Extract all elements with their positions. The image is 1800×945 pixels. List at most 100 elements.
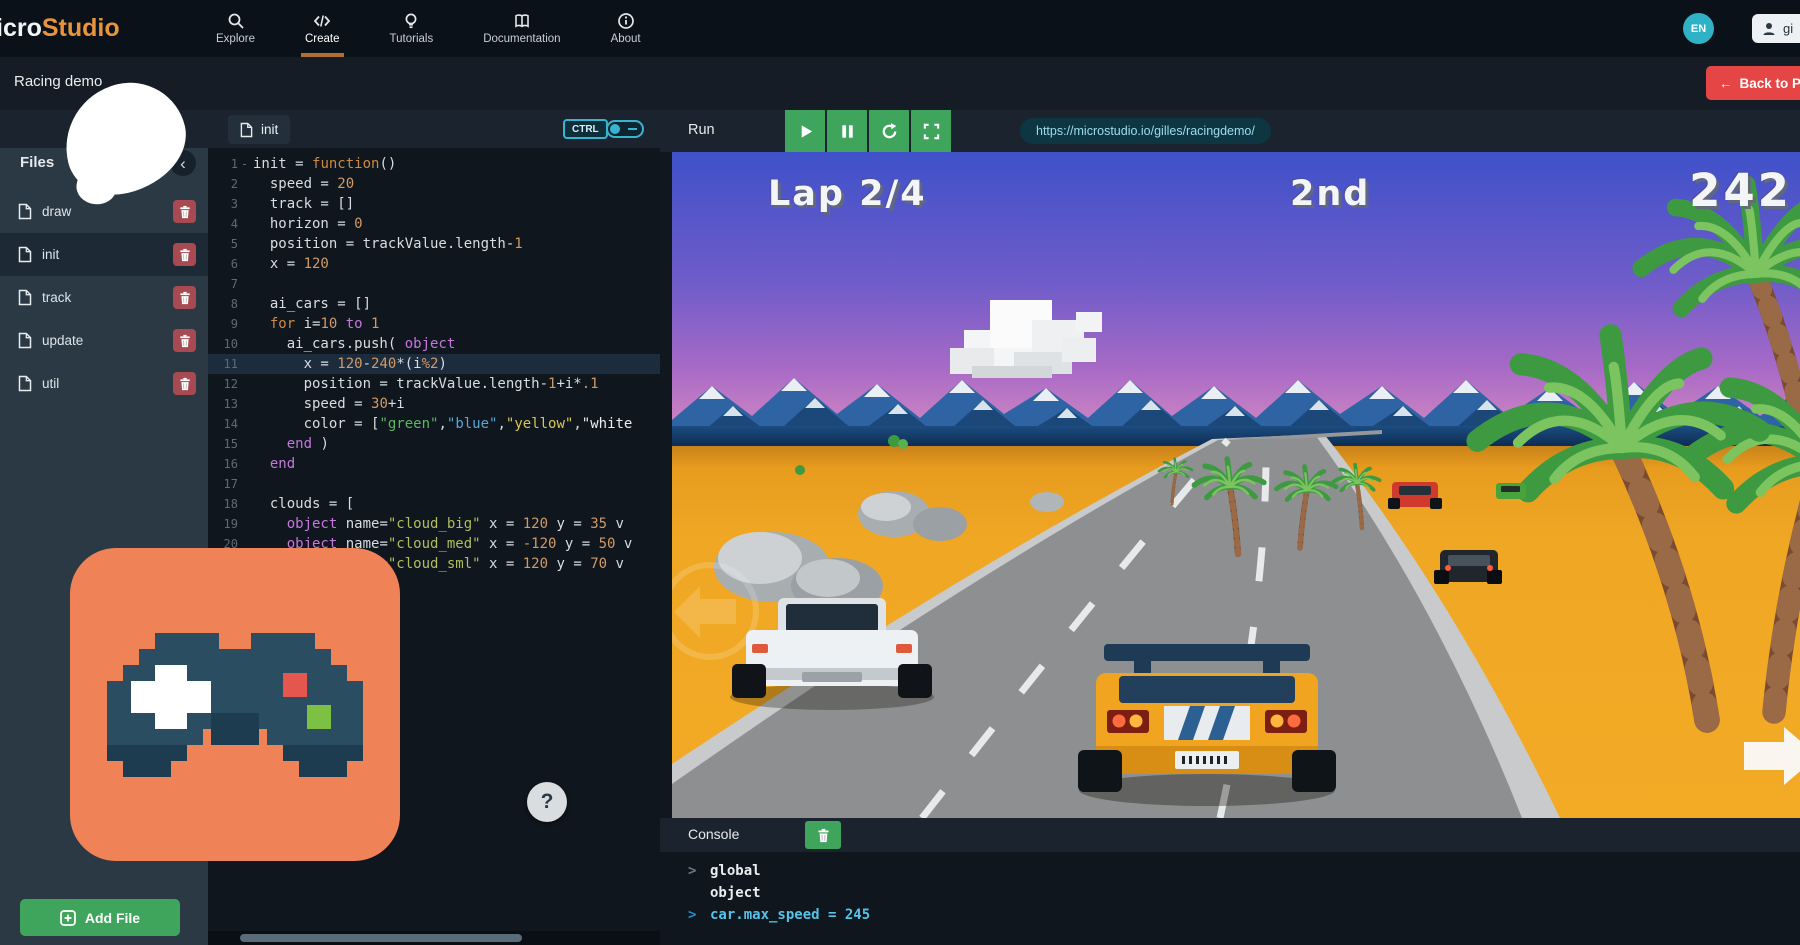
ctrl-badge: CTRL (563, 119, 608, 139)
code-line-13[interactable]: 13 speed = 30+i (208, 394, 660, 414)
console-text: global (710, 863, 761, 879)
code-text: horizon = 0 (251, 214, 363, 234)
hud-score: 242 (1689, 164, 1792, 217)
console-bar: Console (660, 818, 1800, 852)
nav-item-create[interactable]: Create (299, 0, 346, 57)
project-bar: Racing demo ← Back to Proj (0, 57, 1800, 110)
code-line-11[interactable]: 11 x = 120-240*(i%2) (208, 354, 660, 374)
line-number: 13 (208, 394, 238, 414)
code-line-4[interactable]: 4 horizon = 0 (208, 214, 660, 234)
code-line-3[interactable]: 3 track = [] (208, 194, 660, 214)
console-title: Console (688, 826, 739, 842)
file-item-update[interactable]: update (0, 319, 208, 362)
fold-marker (238, 474, 251, 494)
fullscreen-button[interactable] (911, 110, 951, 152)
code-line-9[interactable]: 9 for i=10 to 1 (208, 314, 660, 334)
fold-marker (238, 454, 251, 474)
gamepad-icon (107, 617, 363, 793)
line-number: 11 (208, 354, 238, 374)
nav-item-tutorials[interactable]: Tutorials (384, 0, 440, 57)
code-line-10[interactable]: 10 ai_cars.push( object (208, 334, 660, 354)
delete-file-button[interactable] (173, 329, 196, 352)
nav-item-documentation[interactable]: Documentation (477, 0, 566, 57)
code-line-16[interactable]: 16 end (208, 454, 660, 474)
console-prompt: > (688, 863, 710, 879)
code-line-14[interactable]: 14 color = ["green","blue","yellow","whi… (208, 414, 660, 434)
line-number: 19 (208, 514, 238, 534)
console-line: object (660, 882, 1800, 904)
delete-file-button[interactable] (173, 372, 196, 395)
files-header: Files (20, 154, 54, 171)
console-line: >car.max_speed = 245 (660, 904, 1800, 926)
fold-marker (238, 434, 251, 454)
fold-marker (238, 514, 251, 534)
microstudio-app: icroStudio Explore Create Tutorials Documen… (0, 0, 1800, 945)
language-badge[interactable]: EN (1683, 13, 1714, 44)
fold-marker (238, 414, 251, 434)
line-number: 8 (208, 294, 238, 314)
play-button[interactable] (785, 110, 825, 152)
nav-item-explore[interactable]: Explore (210, 0, 261, 57)
fold-marker (238, 354, 251, 374)
run-panel: Run https://microstudio.io/gilles/racing… (660, 110, 1800, 945)
nav-item-about[interactable]: About (605, 0, 647, 57)
line-number: 15 (208, 434, 238, 454)
tab-init[interactable]: init (228, 115, 290, 144)
code-line-7[interactable]: 7 (208, 274, 660, 294)
code-text: for i=10 to 1 (251, 314, 379, 334)
console-lines[interactable]: >global object>car.max_speed = 245 (660, 852, 1800, 945)
pause-button[interactable] (827, 110, 867, 152)
scrollbar-thumb[interactable] (240, 934, 522, 942)
code-line-15[interactable]: 15 end ) (208, 434, 660, 454)
delete-file-button[interactable] (173, 243, 196, 266)
add-file-button[interactable]: Add File (20, 899, 180, 936)
editor-toggle[interactable] (606, 120, 644, 138)
clear-console-button[interactable] (805, 821, 841, 849)
code-text (251, 474, 253, 494)
project-name: Racing demo (14, 73, 102, 90)
reload-button[interactable] (869, 110, 909, 152)
back-to-projects-button[interactable]: ← Back to Proj (1706, 66, 1800, 100)
line-number: 4 (208, 214, 238, 234)
code-line-17[interactable]: 17 (208, 474, 660, 494)
file-name: draw (42, 204, 71, 219)
line-number: 7 (208, 274, 238, 294)
project-url[interactable]: https://microstudio.io/gilles/racingdemo… (1020, 118, 1271, 144)
code-line-12[interactable]: 12 position = trackValue.length-1+i*.1 (208, 374, 660, 394)
code-line-6[interactable]: 6 x = 120 (208, 254, 660, 274)
code-text (251, 274, 253, 294)
code-text: color = ["green","blue","yellow","white (251, 414, 632, 434)
code-line-2[interactable]: 2 speed = 20 (208, 174, 660, 194)
code-line-8[interactable]: 8 ai_cars = [] (208, 294, 660, 314)
pause-icon (838, 122, 857, 141)
hud-position: 2nd (1290, 174, 1370, 214)
code-line-5[interactable]: 5 position = trackValue.length-1 (208, 234, 660, 254)
code-text: init = function() (251, 154, 396, 174)
search-icon (227, 12, 245, 30)
file-item-track[interactable]: track (0, 276, 208, 319)
ai-car-green (1496, 483, 1526, 499)
toggle-knob-icon (610, 124, 620, 134)
delete-file-button[interactable] (173, 200, 196, 223)
add-file-icon (60, 910, 76, 926)
game-screen[interactable]: Lap 2/4 2nd 242 (672, 152, 1800, 818)
delete-file-button[interactable] (173, 286, 196, 309)
microstudio-logo[interactable]: icroStudio (0, 0, 120, 57)
code-line-1[interactable]: 1-init = function() (208, 154, 660, 174)
fold-marker (238, 214, 251, 234)
run-controls (785, 110, 951, 152)
fold-marker (238, 174, 251, 194)
code-text: end ) (251, 434, 329, 454)
book-icon (513, 12, 531, 30)
fold-marker[interactable]: - (238, 154, 251, 174)
code-line-19[interactable]: 19 object name="cloud_big" x = 120 y = 3… (208, 514, 660, 534)
user-icon (1761, 21, 1777, 37)
code-line-18[interactable]: 18 clouds = [ (208, 494, 660, 514)
file-item-util[interactable]: util (0, 362, 208, 405)
user-button[interactable]: gi (1752, 14, 1800, 43)
file-item-init[interactable]: init (0, 233, 208, 276)
nav-items: Explore Create Tutorials Documentation About (210, 0, 647, 57)
editor-horizontal-scrollbar[interactable] (208, 931, 660, 945)
line-number: 6 (208, 254, 238, 274)
help-button[interactable]: ? (527, 782, 567, 822)
